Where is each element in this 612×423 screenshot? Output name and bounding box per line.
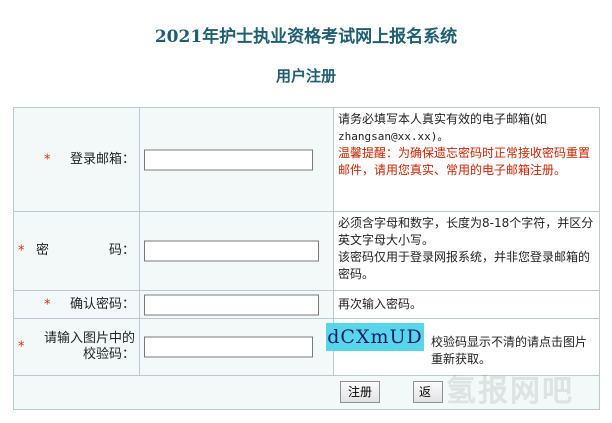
password-row: * 密 码： 必须含字母和数字，长度为8-18个字符，并区分英文字母大小写。 该… xyxy=(14,212,599,291)
password-label-left: 密 xyxy=(36,243,50,258)
captcha-label-line1: 请输入图片中的 xyxy=(43,331,135,346)
captcha-hint: 校验码显示不清的请点击图片重新获取。 xyxy=(431,335,588,366)
captcha-label-line2: 校验码： xyxy=(82,347,135,362)
email-hint-text: 请务必填写本人真实有效的电子邮箱(如 xyxy=(338,112,547,126)
email-row: * 登录邮箱： 请务必填写本人真实有效的电子邮箱(如 zhangsan@xx.x… xyxy=(14,108,599,212)
password-label-right: 码： xyxy=(108,243,135,258)
captcha-label: 请输入图片中的 校验码： xyxy=(44,331,135,363)
page-title: 用户注册 xyxy=(275,67,336,85)
email-warning: 温馨提醒：为确保遗忘密码时正常接收密码重置邮件，请用您真实、常用的电子邮箱注册。 xyxy=(338,146,591,177)
watermark-logo: 氢报网吧 xyxy=(446,374,574,409)
password-input[interactable] xyxy=(144,240,319,262)
email-input[interactable] xyxy=(144,149,313,170)
required-marker: * xyxy=(18,243,25,259)
required-marker: * xyxy=(18,339,25,355)
password-note: 该密码仅用于登录网报系统，并非您登录邮箱的密码。 xyxy=(338,250,591,281)
email-hint: 请务必填写本人真实有效的电子邮箱(如 zhangsan@xx.xx)。 温馨提醒… xyxy=(338,111,596,179)
confirm-password-input[interactable] xyxy=(144,294,319,315)
confirm-row: * 确认密码： 再次输入密码。 xyxy=(14,291,599,319)
captcha-image[interactable]: dCXmUD xyxy=(326,323,424,351)
required-marker: * xyxy=(44,152,51,167)
password-hint: 必须含字母和数字，长度为8-18个字符，并区分英文字母大小写。 该密码仅用于登录… xyxy=(338,215,596,283)
email-example: zhangsan@xx.xx)。 xyxy=(338,130,449,143)
password-rule: 必须含字母和数字，长度为8-18个字符，并区分英文字母大小写。 xyxy=(338,216,594,247)
confirm-hint: 再次输入密码。 xyxy=(338,297,423,311)
required-marker: * xyxy=(44,297,51,312)
site-title: 2021年护士执业资格考试网上报名系统 xyxy=(154,27,458,47)
email-label: 登录邮箱： xyxy=(69,151,135,167)
confirm-password-label: 确认密码： xyxy=(69,296,135,312)
register-button[interactable]: 注册 xyxy=(340,381,380,403)
back-button[interactable]: 返回 xyxy=(413,381,443,403)
captcha-input[interactable] xyxy=(144,336,313,358)
